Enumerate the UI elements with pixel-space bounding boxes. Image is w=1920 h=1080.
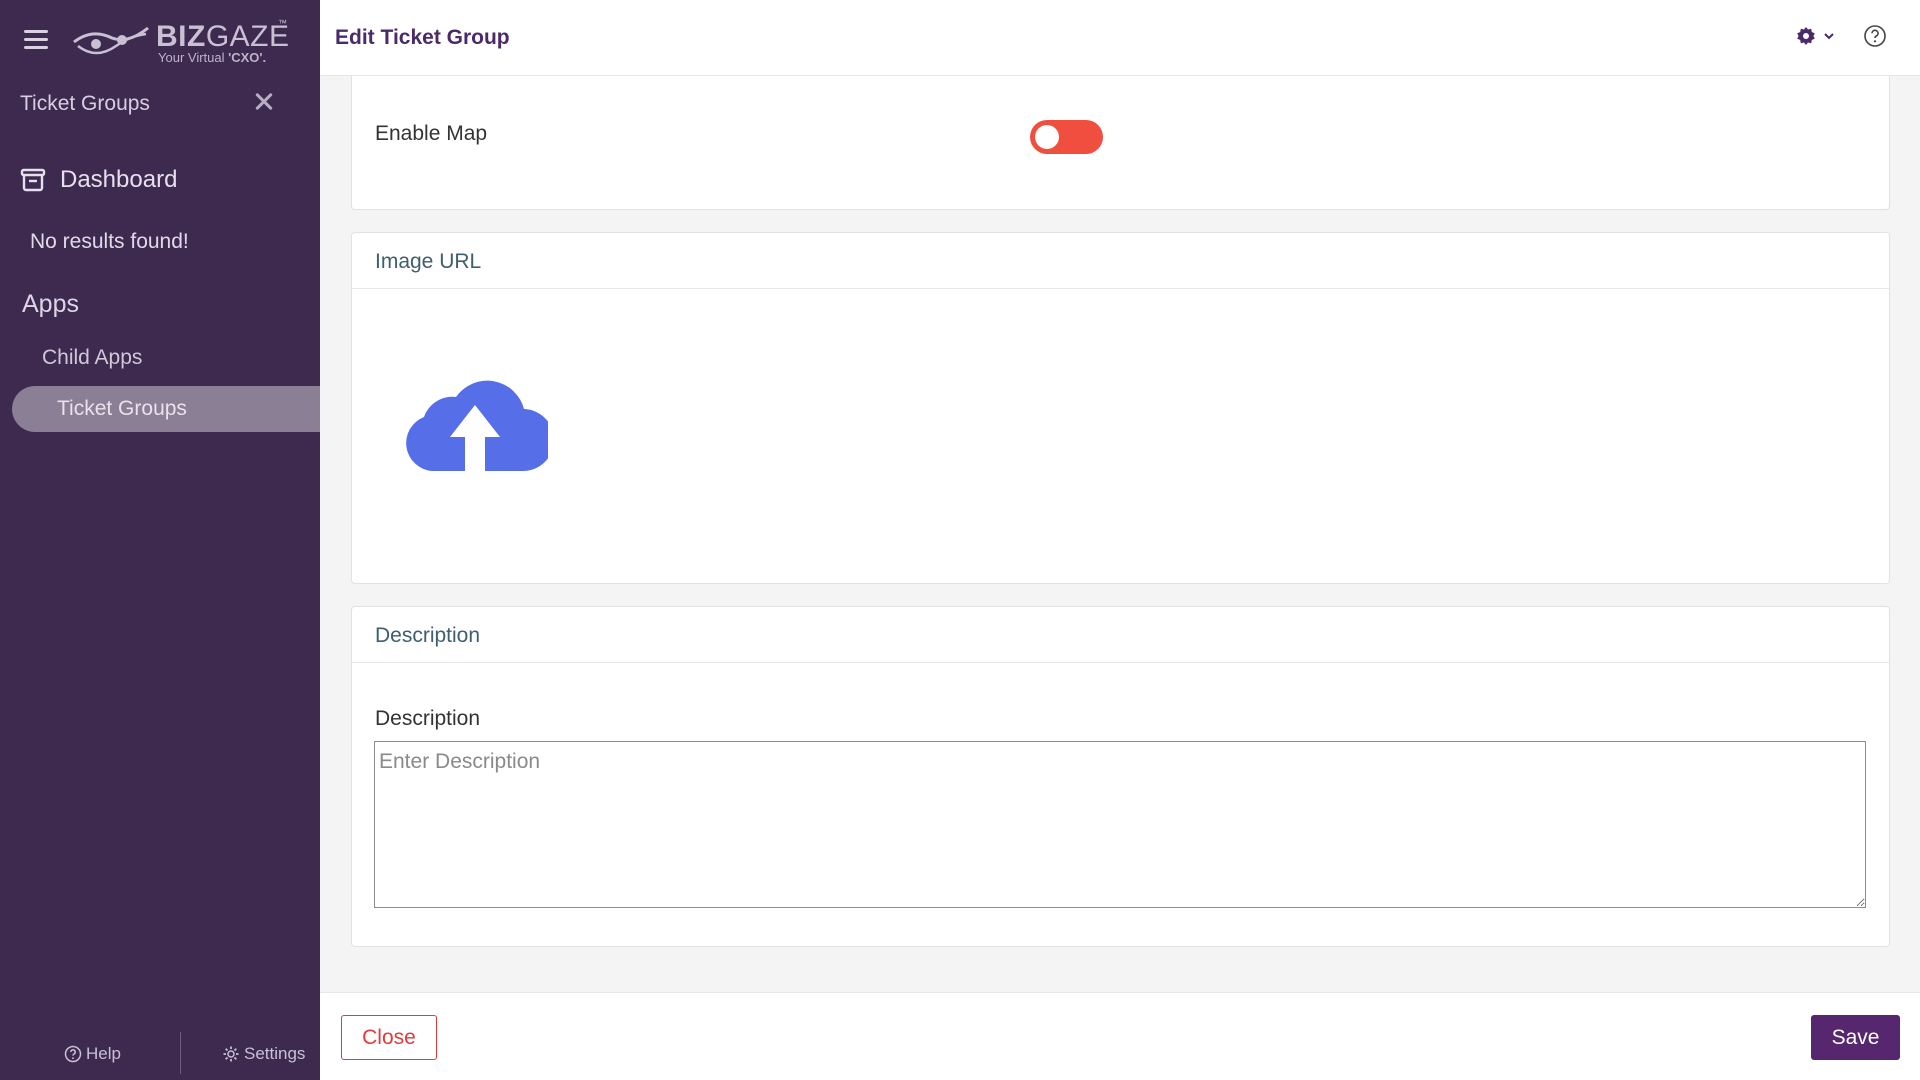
logo-eye-icon xyxy=(73,26,149,55)
help-link[interactable]: Help xyxy=(64,1044,121,1064)
dashboard-icon xyxy=(20,168,46,192)
sidebar-item-dashboard[interactable]: Dashboard xyxy=(20,166,177,194)
sidebar-item-child-apps[interactable]: Child Apps xyxy=(42,346,142,370)
image-upload-button[interactable] xyxy=(402,365,555,480)
footer-divider xyxy=(180,1032,181,1074)
close-icon[interactable] xyxy=(250,88,278,116)
help-circle-icon xyxy=(1864,25,1886,47)
save-button[interactable]: Save xyxy=(1811,1015,1900,1060)
chevron-down-icon xyxy=(1824,33,1834,40)
page-header: Edit Ticket Group xyxy=(320,0,1920,76)
sidebar-footer: Help Settings xyxy=(0,1030,320,1076)
gear-icon xyxy=(1797,27,1815,45)
settings-label: Settings xyxy=(244,1044,306,1063)
description-section-title: Description xyxy=(352,607,1889,663)
form-footer: Close Save xyxy=(320,992,1920,1080)
enable-map-label: Enable Map xyxy=(375,122,488,145)
sidebar-item-label: Dashboard xyxy=(60,166,178,193)
page-title: Edit Ticket Group xyxy=(335,26,510,49)
image-url-card: Image URL xyxy=(351,232,1890,584)
gear-icon xyxy=(223,1046,239,1062)
help-circle-icon xyxy=(64,1045,82,1063)
logo-tagline: Your Virtual xyxy=(158,50,229,65)
settings-link[interactable]: Settings xyxy=(222,1044,305,1064)
enable-map-card: Enable Map xyxy=(351,76,1890,210)
image-url-section-title: Image URL xyxy=(352,233,1889,289)
close-button[interactable]: Close xyxy=(341,1015,437,1060)
toggle-knob xyxy=(1035,125,1059,149)
enable-map-toggle[interactable] xyxy=(1030,120,1103,154)
description-card: Description Description xyxy=(351,606,1890,947)
sidebar-item-label: Ticket Groups xyxy=(57,397,187,420)
hamburger-icon[interactable] xyxy=(24,30,48,50)
apps-heading: Apps xyxy=(22,290,79,318)
no-results-text: No results found! xyxy=(30,230,189,253)
sidebar-title: Ticket Groups xyxy=(20,92,150,115)
logo-trademark: ™ xyxy=(278,18,287,28)
description-label: Description xyxy=(375,707,481,730)
description-input[interactable] xyxy=(374,741,1866,908)
sidebar-item-ticket-groups[interactable]: Ticket Groups xyxy=(12,386,320,432)
sidebar: BIZGAZE ™ Your Virtual 'CXO'. Ticket Gro… xyxy=(0,0,320,1080)
cloud-upload-icon xyxy=(406,380,555,472)
logo-brand-bold: BIZ xyxy=(156,20,206,53)
logo: BIZGAZE ™ Your Virtual 'CXO'. xyxy=(72,18,292,68)
logo-brand-light: GAZE xyxy=(205,20,290,53)
logo-tagline-bold: 'CXO'. xyxy=(228,50,267,65)
help-label: Help xyxy=(86,1044,121,1063)
settings-dropdown[interactable] xyxy=(1796,26,1836,46)
help-button[interactable] xyxy=(1863,24,1887,53)
